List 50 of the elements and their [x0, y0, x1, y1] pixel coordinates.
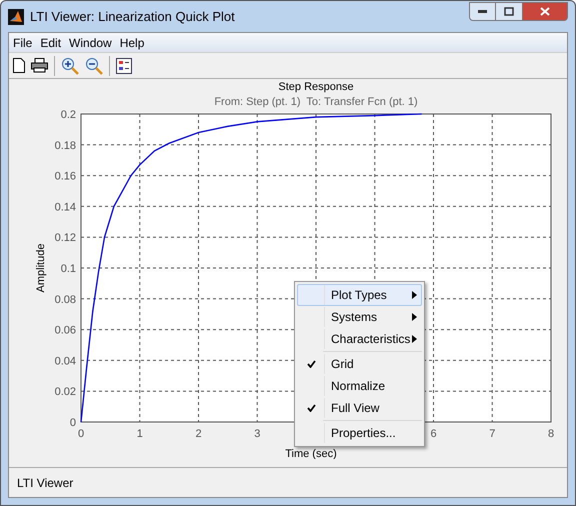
menu-bar-item[interactable]: File	[9, 34, 36, 52]
y-axis-label: Amplitude	[35, 244, 47, 292]
maximize-button[interactable]	[496, 2, 522, 21]
y-tick-label: 0.18	[54, 140, 76, 152]
y-tick-label: 0.12	[54, 232, 76, 244]
minimize-button[interactable]	[469, 2, 496, 21]
menu-bar-item[interactable]: Window	[65, 34, 116, 52]
submenu-arrow-icon	[412, 313, 417, 321]
x-tick-label: 8	[548, 428, 554, 440]
menu-item[interactable]: Full View	[297, 397, 422, 419]
zoom-in-icon[interactable]	[61, 56, 79, 74]
menu-item[interactable]: Characteristics	[297, 328, 422, 350]
y-tick-label: 0.02	[54, 386, 76, 398]
window-title: LTI Viewer: Linearization Quick Plot	[30, 8, 235, 26]
y-tick-label: 0.06	[54, 324, 76, 337]
y-tick-label: 0.2	[60, 109, 76, 121]
x-tick-label: 6	[430, 428, 437, 440]
print-icon[interactable]	[31, 58, 48, 73]
x-axis-label: Time (sec)	[285, 448, 337, 459]
menu-bar-item[interactable]: Edit	[36, 34, 66, 52]
close-icon	[540, 7, 550, 16]
menu-item[interactable]: Properties...	[297, 422, 422, 444]
menu-item[interactable]: Plot Types	[297, 284, 422, 306]
menu-item[interactable]: Normalize	[297, 375, 422, 397]
y-tick-label: 0.14	[54, 201, 76, 214]
y-tick-label: 0.16	[54, 170, 76, 183]
legend-icon[interactable]	[116, 58, 132, 74]
zoom-out-icon[interactable]	[85, 56, 103, 74]
plot-subtitle: From: Step (pt. 1) To: Transfer Fcn (pt. 1)	[214, 96, 418, 108]
y-tick-label: 0.04	[54, 355, 76, 368]
close-button[interactable]	[522, 2, 568, 21]
restore-icon	[504, 7, 514, 16]
new-document-icon[interactable]	[13, 58, 25, 73]
x-tick-label: 7	[489, 428, 496, 440]
x-tick-label: 1	[136, 428, 143, 440]
minimize-icon	[478, 10, 487, 13]
y-tick-label: 0	[70, 417, 76, 429]
submenu-arrow-icon	[412, 335, 417, 343]
app-logo-icon	[8, 9, 24, 25]
x-tick-label: 0	[78, 428, 84, 440]
status-text: LTI Viewer	[17, 474, 74, 492]
y-tick-label: 0.08	[54, 294, 76, 306]
x-tick-label: 3	[254, 428, 260, 440]
x-tick-label: 2	[195, 428, 202, 440]
y-tick-label: 0.1	[60, 263, 76, 275]
submenu-arrow-icon	[412, 291, 417, 299]
menu-item[interactable]: Grid	[297, 353, 422, 375]
menu-item[interactable]: Systems	[297, 306, 422, 328]
plot-title: Step Response	[278, 81, 354, 93]
menu-bar-item[interactable]: Help	[116, 34, 148, 52]
